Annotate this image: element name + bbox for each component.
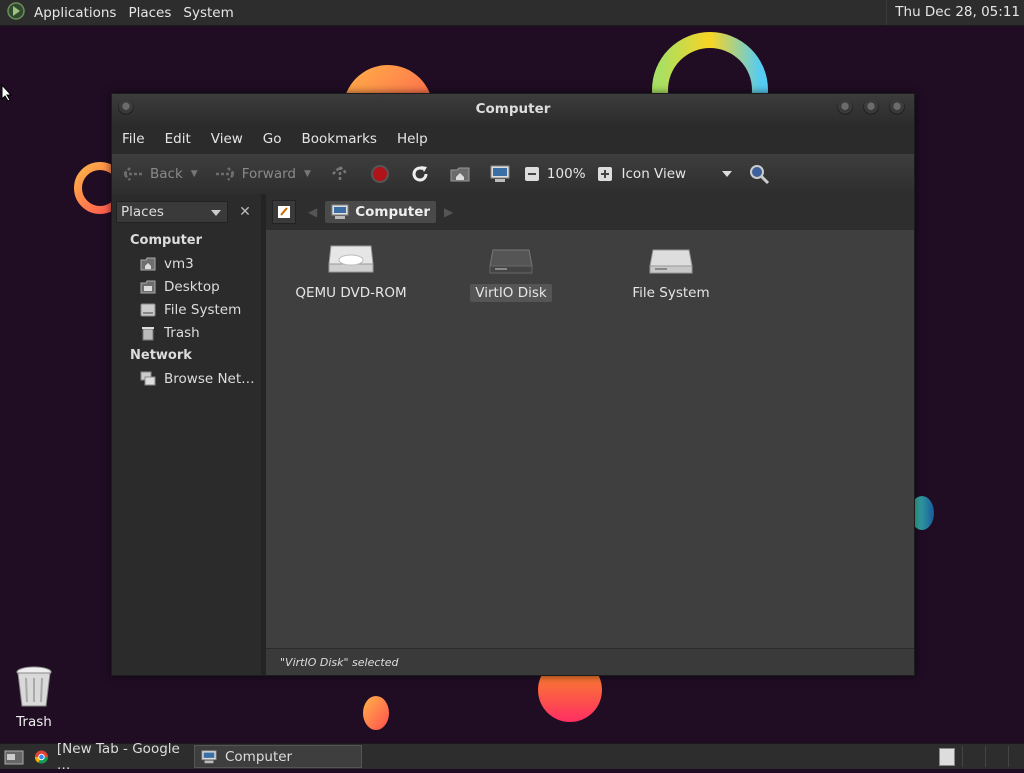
file-item-virtio-disk[interactable]: VirtIO Disk — [446, 240, 576, 302]
view-mode-selector[interactable]: Icon View — [622, 154, 742, 194]
home-folder-icon — [449, 163, 471, 185]
workspace-divider — [1008, 746, 1009, 767]
sidebar-item-desktop[interactable]: Desktop — [112, 275, 261, 298]
show-desktop-icon — [4, 750, 24, 764]
computer-button[interactable] — [489, 154, 517, 194]
breadcrumb-computer[interactable]: Computer — [325, 201, 437, 223]
file-item-qemu-dvd-rom[interactable]: QEMU DVD-ROM — [286, 240, 416, 302]
sidebar-type-selector[interactable]: Places — [116, 201, 228, 223]
window-menu-button[interactable] — [118, 99, 134, 115]
zoom-in-button[interactable] — [594, 154, 620, 194]
clock[interactable]: Thu Dec 28, 05:11 — [886, 0, 1020, 25]
hard-disk-icon — [649, 249, 693, 274]
trash-icon — [16, 666, 52, 707]
sidebar: Computer vm3 Desktop File System Trash N — [112, 229, 261, 675]
menu-bookmarks[interactable]: Bookmarks — [292, 131, 387, 147]
zoom-out-button[interactable] — [521, 154, 547, 194]
drive-icon — [140, 302, 156, 318]
back-history-dropdown-icon[interactable]: ▼ — [191, 169, 198, 179]
forward-button[interactable]: Forward ▼ — [214, 154, 311, 194]
back-button[interactable]: Back ▼ — [122, 154, 198, 194]
computer-icon — [331, 204, 349, 219]
zoom-in-icon — [594, 163, 616, 185]
status-bar: "VirtIO Disk" selected — [266, 648, 914, 675]
places-menu[interactable]: Places — [122, 5, 177, 21]
back-arrow-icon — [122, 163, 144, 185]
workspace-divider — [985, 746, 986, 767]
file-item-file-system[interactable]: File System — [606, 240, 736, 302]
up-button[interactable] — [329, 154, 357, 194]
reload-icon — [409, 163, 431, 185]
optical-drive-icon — [328, 245, 374, 273]
toggle-location-entry-button[interactable] — [272, 200, 296, 224]
maximize-button[interactable] — [863, 99, 879, 115]
menu-help[interactable]: Help — [387, 131, 438, 147]
toolbar: Back ▼ Forward ▼ 100% Icon View — [112, 154, 914, 194]
search-button[interactable] — [748, 154, 776, 194]
menu-view[interactable]: View — [201, 131, 253, 147]
edit-icon — [278, 206, 290, 218]
sidebar-section-computer: Computer — [130, 233, 203, 248]
desktop-folder-icon — [140, 279, 156, 295]
applications-menu[interactable]: Applications — [28, 5, 122, 21]
desktop-trash-label: Trash — [16, 714, 52, 730]
menu-edit[interactable]: Edit — [155, 131, 201, 147]
menubar: File Edit View Go Bookmarks Help — [112, 124, 914, 154]
mouse-pointer-icon — [1, 84, 13, 102]
breadcrumb-right-icon[interactable]: ▶ — [444, 205, 453, 219]
forward-arrow-icon — [214, 163, 236, 185]
location-bar: ◀ Computer ▶ — [266, 194, 914, 230]
window-title: Computer — [475, 101, 551, 117]
home-folder-icon — [140, 256, 156, 272]
window-titlebar[interactable]: Computer — [112, 94, 914, 124]
stop-icon — [369, 163, 391, 185]
zoom-level: 100% — [546, 166, 586, 182]
sidebar-item-vm3[interactable]: vm3 — [112, 252, 261, 275]
computer-icon — [201, 749, 217, 763]
sidebar-close-button[interactable]: ✕ — [234, 201, 256, 223]
desktop-trash[interactable]: Trash — [10, 664, 58, 730]
forward-history-dropdown-icon[interactable]: ▼ — [304, 169, 311, 179]
close-button[interactable] — [889, 99, 905, 115]
bottom-panel: [New Tab - Google … Computer — [0, 741, 1024, 773]
icon-view-pane[interactable]: QEMU DVD-ROM VirtIO Disk File System — [266, 230, 914, 648]
reload-button[interactable] — [409, 154, 437, 194]
zoom-out-icon — [521, 163, 543, 185]
trash-icon — [140, 325, 156, 341]
view-mode-dropdown-icon — [721, 171, 732, 177]
gnome-foot-icon[interactable] — [0, 1, 28, 25]
file-manager-window: Computer File Edit View Go Bookmarks Hel… — [111, 93, 915, 676]
up-arrow-icon — [329, 163, 351, 185]
top-panel: Applications Places System Thu Dec 28, 0… — [0, 0, 1024, 26]
workspace-1[interactable] — [939, 748, 955, 766]
breadcrumb-left-icon[interactable]: ◀ — [308, 205, 317, 219]
sidebar-section-network: Network — [130, 348, 192, 363]
sidebar-item-browse-network[interactable]: Browse Net… — [112, 367, 261, 390]
hard-disk-icon — [489, 249, 533, 274]
minimize-button[interactable] — [837, 99, 853, 115]
taskbar-item-chrome[interactable]: [New Tab - Google … — [28, 741, 194, 773]
network-icon — [140, 371, 156, 387]
workspace-divider — [962, 746, 963, 767]
sidebar-header: Places ✕ — [116, 199, 262, 225]
system-menu[interactable]: System — [177, 5, 239, 21]
stop-button[interactable] — [369, 154, 397, 194]
chrome-icon — [34, 749, 48, 764]
search-icon — [748, 163, 770, 185]
show-desktop-button[interactable] — [0, 745, 28, 768]
computer-icon — [489, 163, 511, 185]
menu-file[interactable]: File — [112, 131, 155, 147]
home-button[interactable] — [449, 154, 477, 194]
chevron-down-icon — [211, 210, 221, 216]
taskbar-item-computer[interactable]: Computer — [194, 745, 362, 768]
sidebar-item-file-system[interactable]: File System — [112, 298, 261, 321]
sidebar-item-trash[interactable]: Trash — [112, 321, 261, 344]
menu-go[interactable]: Go — [253, 131, 292, 147]
